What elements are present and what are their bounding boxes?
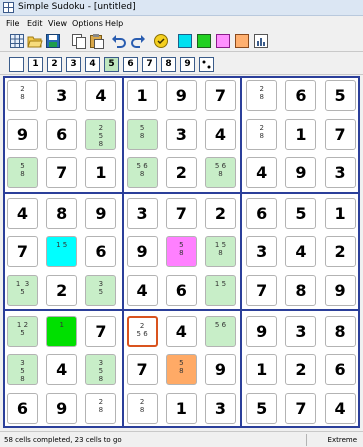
menu-options[interactable]: Options [72, 19, 103, 28]
app-window: Simple Sudoku - [untitled] File Edit Vie… [0, 0, 363, 447]
copy-icon[interactable] [71, 33, 87, 49]
save-icon[interactable] [45, 33, 61, 49]
number-toolbar: 1 2 3 4 5 6 7 8 9 [0, 53, 363, 75]
menu-edit[interactable]: Edit [27, 19, 43, 28]
number-button-3[interactable]: 3 [66, 57, 81, 72]
status-progress: 58 cells completed, 23 cells to go [4, 436, 122, 444]
number-button-8[interactable]: 8 [161, 57, 176, 72]
number-button-9[interactable]: 9 [180, 57, 195, 72]
highlight-orange-icon[interactable] [234, 33, 250, 49]
status-difficulty: Extreme [327, 436, 357, 444]
highlight-pink-icon[interactable] [215, 33, 231, 49]
title-bar: Simple Sudoku - [untitled] [0, 0, 363, 16]
undo-icon[interactable] [111, 33, 127, 49]
number-button-6[interactable]: 6 [123, 57, 138, 72]
number-button-5[interactable]: 5 [104, 57, 119, 72]
paste-icon[interactable] [89, 33, 105, 49]
status-divider [306, 434, 307, 446]
highlight-cyan-icon[interactable] [177, 33, 193, 49]
redo-icon[interactable] [130, 33, 146, 49]
candidates-button[interactable] [199, 57, 214, 72]
menu-file[interactable]: File [6, 19, 19, 28]
statistics-icon[interactable] [253, 33, 269, 49]
number-button-4[interactable]: 4 [85, 57, 100, 72]
window-title: Simple Sudoku - [untitled] [18, 2, 136, 12]
number-button-1[interactable]: 1 [28, 57, 43, 72]
number-button-2[interactable]: 2 [47, 57, 62, 72]
clear-number-button[interactable] [9, 57, 24, 72]
menu-view[interactable]: View [48, 19, 67, 28]
number-button-7[interactable]: 7 [142, 57, 157, 72]
highlight-green-icon[interactable] [196, 33, 212, 49]
grid-icon[interactable] [9, 33, 25, 49]
sudoku-app-icon [3, 2, 14, 13]
status-bar: 58 cells completed, 23 cells to go Extre… [0, 431, 363, 447]
main-toolbar [0, 30, 363, 52]
menu-bar: File Edit View Options Help [0, 17, 363, 30]
open-folder-icon[interactable] [27, 33, 43, 49]
box-grid-lines [3, 76, 360, 428]
sudoku-board: 2 8341972 865962 5 85 8342 8175 8715 6 8… [3, 76, 360, 428]
hint-icon[interactable] [153, 33, 169, 49]
menu-help[interactable]: Help [105, 19, 123, 28]
